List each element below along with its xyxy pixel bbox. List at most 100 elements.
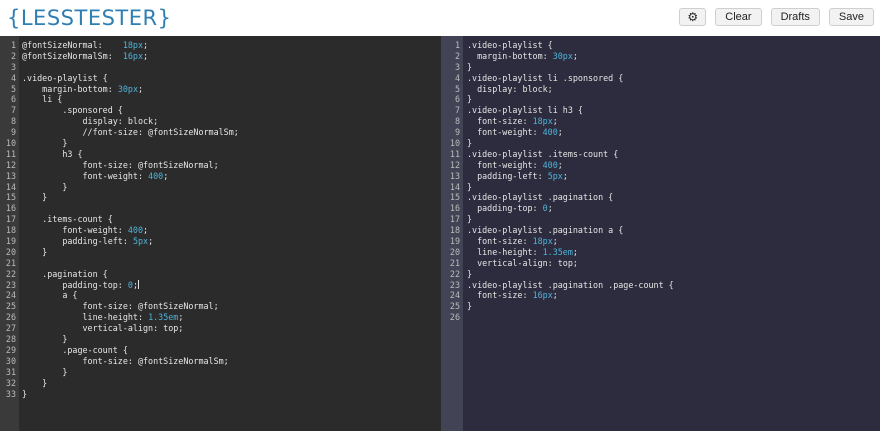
code-line: 17 .items-count { (0, 214, 441, 225)
code-line: 15 } (0, 192, 441, 203)
code-text: .items-count { (22, 214, 113, 225)
code-line: 5 display: block; (441, 84, 880, 95)
text-cursor (137, 279, 139, 289)
code-text: .video-playlist li .sponsored { (467, 72, 624, 83)
line-number: 12 (5, 159, 16, 170)
line-number: 1 (10, 40, 16, 50)
code-line: 29 .page-count { (0, 345, 441, 356)
drafts-button[interactable]: Drafts (770, 8, 820, 26)
code-line: 8 font-size: 18px; (441, 116, 880, 127)
code-text: font-size: @fontSizeNormal; (22, 159, 219, 170)
line-number: 14 (5, 181, 16, 192)
code-text: } (22, 181, 68, 192)
code-text: line-height: 1.35em; (467, 246, 578, 257)
code-text: vertical-align: top; (22, 323, 184, 334)
code-text: margin-bottom: 30px; (22, 83, 144, 94)
code-line: 5 margin-bottom: 30px; (0, 84, 441, 95)
code-line: 6} (441, 94, 880, 105)
code-line: 20 line-height: 1.35em; (441, 247, 880, 258)
code-text: .video-playlist { (467, 40, 553, 50)
code-text: .video-playlist .pagination { (467, 192, 614, 203)
clear-button[interactable]: Clear (715, 8, 762, 26)
code-line: 20 } (0, 247, 441, 258)
code-line: 32 } (0, 378, 441, 389)
code-text: li { (22, 94, 63, 105)
css-output[interactable]: 1 .video-playlist {2 margin-bottom: 30px;… (441, 36, 880, 431)
line-number: 17 (449, 214, 460, 225)
code-line: 26 (441, 312, 880, 323)
code-text: font-size: 16px; (467, 290, 558, 301)
line-number: 17 (5, 214, 16, 225)
code-text: .video-playlist .pagination .page-count … (467, 279, 674, 290)
save-button[interactable]: Save (828, 8, 874, 26)
line-number: 18 (5, 225, 16, 236)
code-text: padding-top: 0; (467, 203, 553, 214)
code-text: .video-playlist .pagination a { (467, 225, 624, 236)
code-line: 16 padding-top: 0; (441, 203, 880, 214)
editor-code[interactable]: 1 @fontSizeNormal: 18px; 2 @fontSizeNormalS… (0, 40, 441, 399)
line-number: 26 (449, 312, 460, 323)
code-text: .pagination { (22, 268, 108, 279)
code-text: font-weight: 400; (467, 159, 563, 170)
line-number: 12 (449, 159, 460, 170)
line-number: 6 (10, 94, 16, 105)
line-number: 9 (454, 127, 460, 138)
code-text: } (467, 61, 473, 72)
code-text: padding-top: 0; (22, 279, 139, 290)
code-line: 27 vertical-align: top; (0, 323, 441, 334)
line-number: 2 (454, 50, 460, 61)
line-number: 16 (449, 203, 460, 214)
code-text: } (467, 138, 473, 149)
code-line: 21 vertical-align: top; (441, 258, 880, 269)
output-code[interactable]: 1 .video-playlist {2 margin-bottom: 30px;… (441, 40, 880, 323)
line-number: 3 (10, 61, 16, 72)
code-line: 18 .video-playlist .pagination a { (441, 225, 880, 236)
code-line: 16 (0, 203, 441, 214)
code-text: font-size: 18px; (467, 116, 558, 127)
code-text: } (22, 138, 68, 149)
code-text: display: block; (467, 83, 553, 94)
code-text: } (467, 181, 473, 192)
code-line: 17} (441, 214, 880, 225)
gear-icon: ⚙ (687, 10, 699, 24)
settings-button[interactable]: ⚙ (679, 8, 707, 26)
line-number: 21 (449, 257, 460, 268)
code-text: } (467, 94, 473, 105)
code-text: .page-count { (22, 344, 128, 355)
code-text: } (22, 388, 28, 399)
code-line: 4 .video-playlist { (0, 73, 441, 84)
line-number: 24 (5, 290, 16, 301)
code-line: 14 } (0, 182, 441, 193)
line-number: 18 (449, 225, 460, 236)
code-text: font-weight: 400; (467, 127, 563, 138)
line-number: 9 (10, 127, 16, 138)
line-number: 16 (5, 203, 16, 214)
app-logo[interactable]: {LESSTESTER} (7, 5, 171, 31)
code-line: 26 line-height: 1.35em; (0, 312, 441, 323)
code-line: 25} (441, 301, 880, 312)
code-line: 1 @fontSizeNormal: 18px; (0, 40, 441, 51)
code-line: 4 .video-playlist li .sponsored { (441, 73, 880, 84)
code-line: 1 .video-playlist { (441, 40, 880, 51)
code-line: 24 a { (0, 290, 441, 301)
line-number: 14 (449, 181, 460, 192)
code-line: 33} (0, 389, 441, 400)
code-line: 3} (441, 62, 880, 73)
line-number: 4 (10, 72, 16, 83)
line-number: 13 (449, 170, 460, 181)
code-line: 11 .video-playlist .items-count { (441, 149, 880, 160)
line-number: 8 (10, 116, 16, 127)
line-number: 25 (449, 301, 460, 312)
line-number: 11 (5, 148, 16, 159)
code-text: } (467, 301, 473, 312)
code-line: 9 font-weight: 400; (441, 127, 880, 138)
top-bar: {LESSTESTER} ⚙ Clear Drafts Save (0, 0, 880, 36)
code-line: 22 .pagination { (0, 269, 441, 280)
code-text: //font-size: @fontSizeNormalSm; (22, 127, 239, 138)
code-line: 10} (441, 138, 880, 149)
line-number: 33 (5, 388, 16, 399)
line-number: 15 (5, 192, 16, 203)
less-editor[interactable]: 1 @fontSizeNormal: 18px; 2 @fontSizeNormalS… (0, 36, 441, 431)
